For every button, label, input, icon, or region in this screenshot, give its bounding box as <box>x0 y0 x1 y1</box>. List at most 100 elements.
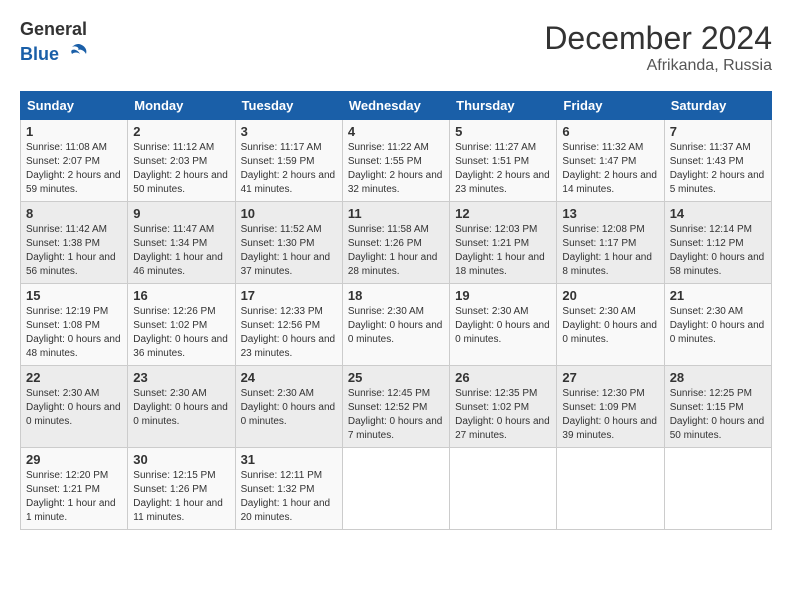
day-info: Sunrise: 12:14 PM Sunset: 1:12 PM Daylig… <box>670 223 766 279</box>
day-number: 23 <box>133 370 229 385</box>
day-info: Sunset: 2:30 AM Daylight: 0 hours and 0 … <box>26 387 122 429</box>
day-info: Sunset: 2:30 AM Daylight: 0 hours and 0 … <box>241 387 337 429</box>
calendar-cell: 13 Sunrise: 12:08 PM Sunset: 1:17 PM Dayl… <box>557 202 664 284</box>
day-info: Sunrise: 11:42 AM Sunset: 1:38 PM Daylig… <box>26 223 122 279</box>
calendar-cell: 19 Sunset: 2:30 AM Daylight: 0 hours and … <box>450 284 557 366</box>
day-info: Sunrise: 11:22 AM Sunset: 1:55 PM Daylig… <box>348 141 444 197</box>
day-info: Sunset: 2:30 AM Daylight: 0 hours and 0 … <box>670 305 766 347</box>
day-number: 16 <box>133 288 229 303</box>
calendar-cell: 16 Sunrise: 12:26 PM Sunset: 1:02 PM Dayl… <box>128 284 235 366</box>
day-number: 29 <box>26 452 122 467</box>
day-info: Sunrise: 12:33 PM Sunset: 12:56 PM Dayli… <box>241 305 337 361</box>
day-number: 25 <box>348 370 444 385</box>
day-number: 14 <box>670 206 766 221</box>
calendar-cell <box>557 448 664 530</box>
logo-blue: Blue <box>20 40 92 68</box>
day-info: Sunrise: 2:30 AM Daylight: 0 hours and 0… <box>348 305 444 347</box>
calendar-week-4: 22 Sunset: 2:30 AM Daylight: 0 hours and … <box>21 366 772 448</box>
day-info: Sunrise: 11:58 AM Sunset: 1:26 PM Daylig… <box>348 223 444 279</box>
day-number: 24 <box>241 370 337 385</box>
calendar-cell: 25 Sunrise: 12:45 PM Sunset: 12:52 PM Day… <box>342 366 449 448</box>
day-info: Sunrise: 12:45 PM Sunset: 12:52 PM Dayli… <box>348 387 444 443</box>
day-info: Sunrise: 12:20 PM Sunset: 1:21 PM Daylig… <box>26 469 122 525</box>
logo-bird-icon <box>64 40 92 68</box>
day-number: 27 <box>562 370 658 385</box>
day-info: Sunrise: 11:37 AM Sunset: 1:43 PM Daylig… <box>670 141 766 197</box>
calendar-cell: 14 Sunrise: 12:14 PM Sunset: 1:12 PM Dayl… <box>664 202 771 284</box>
day-number: 5 <box>455 124 551 139</box>
day-info: Sunrise: 11:52 AM Sunset: 1:30 PM Daylig… <box>241 223 337 279</box>
day-number: 31 <box>241 452 337 467</box>
calendar-cell: 20 Sunset: 2:30 AM Daylight: 0 hours and … <box>557 284 664 366</box>
calendar-cell: 11 Sunrise: 11:58 AM Sunset: 1:26 PM Dayl… <box>342 202 449 284</box>
day-number: 3 <box>241 124 337 139</box>
day-info: Sunrise: 12:25 PM Sunset: 1:15 PM Daylig… <box>670 387 766 443</box>
calendar-cell: 18 Sunrise: 2:30 AM Daylight: 0 hours and… <box>342 284 449 366</box>
day-info: Sunrise: 12:15 PM Sunset: 1:26 PM Daylig… <box>133 469 229 525</box>
calendar-cell: 23Sunset: 2:30 AM Daylight: 0 hours and … <box>128 366 235 448</box>
calendar-cell: 27 Sunrise: 12:30 PM Sunset: 1:09 PM Dayl… <box>557 366 664 448</box>
day-header-sunday: Sunday <box>21 92 128 120</box>
day-header-monday: Monday <box>128 92 235 120</box>
calendar-cell: 12Sunrise: 12:03 PM Sunset: 1:21 PM Dayl… <box>450 202 557 284</box>
day-info: Sunrise: 11:32 AM Sunset: 1:47 PM Daylig… <box>562 141 658 197</box>
day-number: 22 <box>26 370 122 385</box>
calendar-cell: 26 Sunrise: 12:35 PM Sunset: 1:02 PM Dayl… <box>450 366 557 448</box>
day-number: 19 <box>455 288 551 303</box>
day-number: 21 <box>670 288 766 303</box>
calendar-cell: 15 Sunrise: 12:19 PM Sunset: 1:08 PM Dayl… <box>21 284 128 366</box>
calendar-cell: 31Sunrise: 12:11 PM Sunset: 1:32 PM Dayl… <box>235 448 342 530</box>
calendar-cell: 1 Sunrise: 11:08 AM Sunset: 2:07 PM Dayli… <box>21 120 128 202</box>
day-header-wednesday: Wednesday <box>342 92 449 120</box>
day-info: Sunrise: 11:47 AM Sunset: 1:34 PM Daylig… <box>133 223 229 279</box>
day-info: Sunrise: 11:12 AM Sunset: 2:03 PM Daylig… <box>133 141 229 197</box>
calendar-cell: 29 Sunrise: 12:20 PM Sunset: 1:21 PM Dayl… <box>21 448 128 530</box>
calendar-week-1: 1 Sunrise: 11:08 AM Sunset: 2:07 PM Dayli… <box>21 120 772 202</box>
calendar-table: SundayMondayTuesdayWednesdayThursdayFrid… <box>20 91 772 530</box>
day-header-tuesday: Tuesday <box>235 92 342 120</box>
day-number: 4 <box>348 124 444 139</box>
day-number: 1 <box>26 124 122 139</box>
calendar-cell: 3Sunrise: 11:17 AM Sunset: 1:59 PM Dayli… <box>235 120 342 202</box>
day-info: Sunrise: 12:26 PM Sunset: 1:02 PM Daylig… <box>133 305 229 361</box>
calendar-cell: 6 Sunrise: 11:32 AM Sunset: 1:47 PM Dayli… <box>557 120 664 202</box>
day-number: 6 <box>562 124 658 139</box>
day-info: Sunrise: 12:08 PM Sunset: 1:17 PM Daylig… <box>562 223 658 279</box>
day-info: Sunrise: 12:30 PM Sunset: 1:09 PM Daylig… <box>562 387 658 443</box>
day-number: 13 <box>562 206 658 221</box>
day-info: Sunset: 2:30 AM Daylight: 0 hours and 0 … <box>455 305 551 347</box>
day-number: 9 <box>133 206 229 221</box>
day-number: 30 <box>133 452 229 467</box>
location-title: Afrikanda, Russia <box>544 57 772 75</box>
day-header-thursday: Thursday <box>450 92 557 120</box>
calendar-cell: 30 Sunrise: 12:15 PM Sunset: 1:26 PM Dayl… <box>128 448 235 530</box>
calendar-cell <box>342 448 449 530</box>
calendar-cell <box>450 448 557 530</box>
day-number: 15 <box>26 288 122 303</box>
logo: General Blue <box>20 20 92 68</box>
day-number: 2 <box>133 124 229 139</box>
calendar-week-5: 29 Sunrise: 12:20 PM Sunset: 1:21 PM Dayl… <box>21 448 772 530</box>
logo-general: General <box>20 20 92 40</box>
day-info: Sunrise: 11:27 AM Sunset: 1:51 PM Daylig… <box>455 141 551 197</box>
calendar-cell: 5 Sunrise: 11:27 AM Sunset: 1:51 PM Dayli… <box>450 120 557 202</box>
day-info: Sunrise: 11:08 AM Sunset: 2:07 PM Daylig… <box>26 141 122 197</box>
day-info: Sunrise: 12:35 PM Sunset: 1:02 PM Daylig… <box>455 387 551 443</box>
calendar-cell: 17Sunrise: 12:33 PM Sunset: 12:56 PM Day… <box>235 284 342 366</box>
day-header-saturday: Saturday <box>664 92 771 120</box>
calendar-cell: 9 Sunrise: 11:47 AM Sunset: 1:34 PM Dayli… <box>128 202 235 284</box>
header: General Blue December 2024 Afrikanda, Ru… <box>20 20 772 75</box>
day-number: 7 <box>670 124 766 139</box>
day-number: 28 <box>670 370 766 385</box>
day-info: Sunset: 2:30 AM Daylight: 0 hours and 0 … <box>562 305 658 347</box>
day-number: 26 <box>455 370 551 385</box>
day-header-friday: Friday <box>557 92 664 120</box>
day-info: Sunrise: 12:19 PM Sunset: 1:08 PM Daylig… <box>26 305 122 361</box>
calendar-cell: 10Sunrise: 11:52 AM Sunset: 1:30 PM Dayl… <box>235 202 342 284</box>
day-number: 11 <box>348 206 444 221</box>
calendar-cell: 22 Sunset: 2:30 AM Daylight: 0 hours and … <box>21 366 128 448</box>
day-number: 18 <box>348 288 444 303</box>
day-number: 20 <box>562 288 658 303</box>
day-number: 12 <box>455 206 551 221</box>
calendar-cell: 24 Sunset: 2:30 AM Daylight: 0 hours and … <box>235 366 342 448</box>
